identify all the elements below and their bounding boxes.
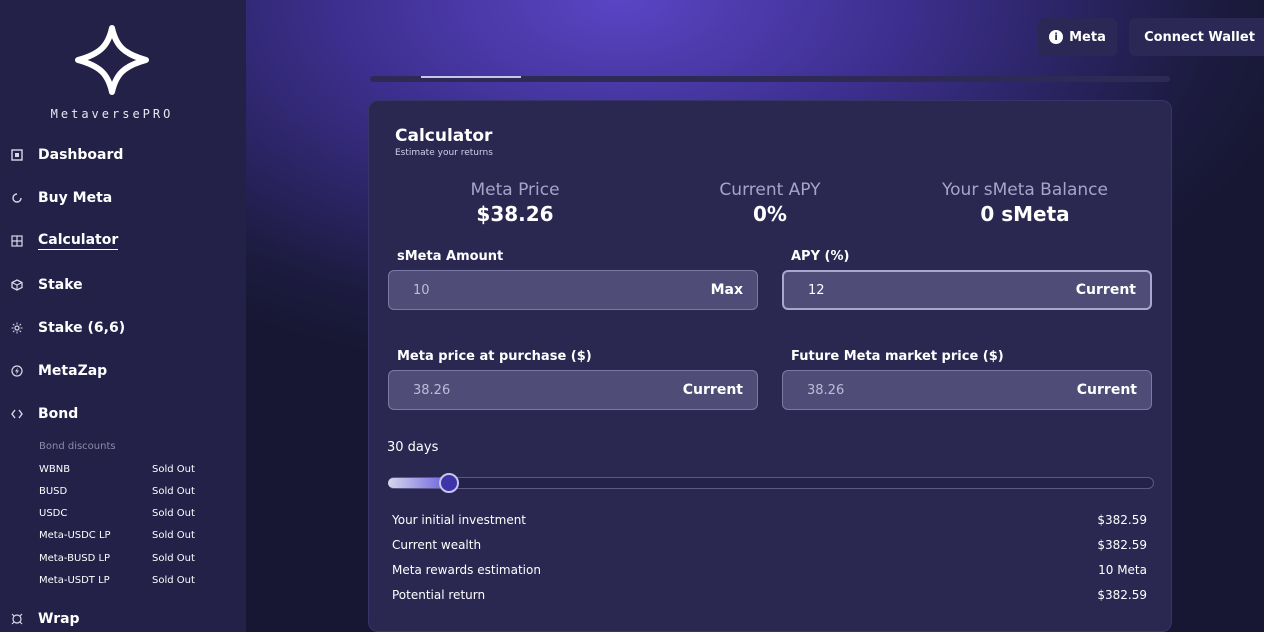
bond-name: Meta-BUSD LP <box>39 553 111 564</box>
bond-name: WBNB <box>39 464 71 475</box>
card-title: Calculator <box>395 126 493 146</box>
bond-row-meta-busd-lp[interactable]: Meta-BUSD LP Sold Out <box>39 553 209 564</box>
smeta-amount-input[interactable]: 10 Max <box>388 270 758 310</box>
bond-row-meta-usdt-lp[interactable]: Meta-USDT LP Sold Out <box>39 575 209 586</box>
zap-icon <box>10 364 24 378</box>
nav-item-calculator[interactable]: Calculator <box>10 231 119 251</box>
bond-status: Sold Out <box>152 575 195 586</box>
bond-row-wbnb[interactable]: WBNB Sold Out <box>39 464 209 475</box>
bond-name: USDC <box>39 508 68 519</box>
nav-label: Bond <box>38 406 79 422</box>
card-subtitle: Estimate your returns <box>395 148 493 158</box>
days-label: 30 days <box>387 440 439 455</box>
tab-indicator <box>421 76 521 78</box>
future-price-current-button[interactable]: Current <box>1077 382 1137 398</box>
nav-label: Calculator <box>38 232 119 250</box>
stat-value-smeta-balance: 0 sMeta <box>980 202 1070 226</box>
future-price-input[interactable]: 38.26 Current <box>782 370 1152 410</box>
smeta-amount-label: sMeta Amount <box>397 249 504 264</box>
stat-label-current-apy: Current APY <box>719 180 821 200</box>
apy-value: 12 <box>808 282 825 298</box>
nav-item-stake-66[interactable]: Stake (6,6) <box>10 318 125 338</box>
result-label-rewards-estimation: Meta rewards estimation <box>392 563 541 577</box>
stake66-icon <box>10 321 24 335</box>
bond-row-busd[interactable]: BUSD Sold Out <box>39 486 209 497</box>
result-label-potential-return: Potential return <box>392 588 486 602</box>
wrap-icon <box>10 612 24 626</box>
nav-label: Stake <box>38 277 83 293</box>
bond-name: Meta-USDT LP <box>39 575 110 586</box>
result-label-initial-investment: Your initial investment <box>392 513 527 527</box>
smeta-amount-value: 10 <box>413 282 430 298</box>
nav-label: Wrap <box>38 611 80 627</box>
result-value-initial-investment: $382.59 <box>1097 513 1147 527</box>
bond-row-usdc[interactable]: USDC Sold Out <box>39 508 209 519</box>
stat-value-meta-price: $38.26 <box>476 202 554 226</box>
sidebar: MetaversePRO Dashboard Buy Meta Calculat… <box>0 0 246 632</box>
nav-label: Buy Meta <box>38 190 113 206</box>
apy-current-button[interactable]: Current <box>1076 282 1136 298</box>
dashboard-icon <box>10 148 24 162</box>
bond-status: Sold Out <box>152 486 195 497</box>
purchase-price-input[interactable]: 38.26 Current <box>388 370 758 410</box>
bond-icon <box>10 407 24 421</box>
bond-status: Sold Out <box>152 508 195 519</box>
future-price-value: 38.26 <box>807 382 845 398</box>
nav-item-stake[interactable]: Stake <box>10 275 83 295</box>
logo-icon <box>75 25 149 95</box>
calculator-icon <box>10 234 24 248</box>
stake-icon <box>10 278 24 292</box>
connect-wallet-label: Connect Wallet <box>1144 29 1255 45</box>
apy-input[interactable]: 12 Current <box>782 270 1152 310</box>
meta-button-label: Meta <box>1069 29 1106 45</box>
bond-status: Sold Out <box>152 553 195 564</box>
nav-item-buy-meta[interactable]: Buy Meta <box>10 188 112 208</box>
result-value-current-wealth: $382.59 <box>1097 538 1147 552</box>
result-label-current-wealth: Current wealth <box>392 538 482 552</box>
apy-label: APY (%) <box>791 249 850 264</box>
purchase-price-label: Meta price at purchase ($) <box>397 349 592 364</box>
nav-item-metazap[interactable]: MetaZap <box>10 361 107 381</box>
result-value-potential-return: $382.59 <box>1097 588 1147 602</box>
result-value-rewards-estimation: 10 Meta <box>1098 563 1147 577</box>
nav-label: Stake (6,6) <box>38 320 126 336</box>
nav-item-dashboard[interactable]: Dashboard <box>10 145 123 165</box>
nav-item-bond[interactable]: Bond <box>10 404 78 424</box>
days-slider-track[interactable] <box>388 477 1154 489</box>
nav-label: Dashboard <box>38 147 124 163</box>
stat-label-smeta-balance: Your sMeta Balance <box>942 180 1108 200</box>
nav-label: MetaZap <box>38 363 108 379</box>
nav-item-wrap[interactable]: Wrap <box>10 609 80 629</box>
bond-name: Meta-USDC LP <box>39 530 111 541</box>
purchase-price-value: 38.26 <box>413 382 451 398</box>
info-icon: i <box>1049 30 1064 44</box>
bond-name: BUSD <box>39 486 68 497</box>
brand-name: MetaversePRO <box>50 107 174 121</box>
buy-icon <box>10 191 24 205</box>
meta-button[interactable]: i Meta <box>1038 18 1117 56</box>
bond-status: Sold Out <box>152 464 195 475</box>
bond-discounts-heading: Bond discounts <box>39 441 116 452</box>
stat-value-current-apy: 0% <box>753 202 787 226</box>
bond-status: Sold Out <box>152 530 195 541</box>
future-price-label: Future Meta market price ($) <box>791 349 1004 364</box>
bond-row-meta-usdc-lp[interactable]: Meta-USDC LP Sold Out <box>39 530 209 541</box>
max-button[interactable]: Max <box>711 282 743 298</box>
purchase-price-current-button[interactable]: Current <box>683 382 743 398</box>
stat-label-meta-price: Meta Price <box>470 180 560 200</box>
connect-wallet-button[interactable]: Connect Wallet <box>1129 18 1264 56</box>
